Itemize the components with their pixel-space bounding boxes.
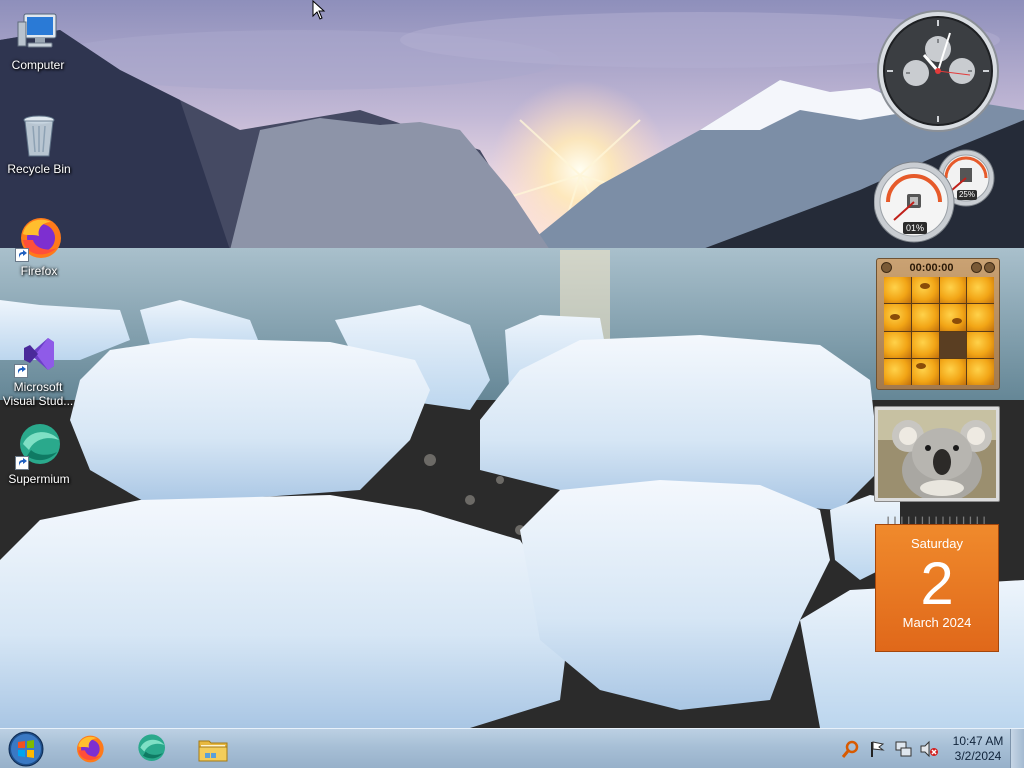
desktop-icon-label: Microsoft [13, 380, 63, 394]
calendar-month-year: March 2024 [902, 615, 972, 630]
desktop-wallpaper[interactable] [0, 0, 1024, 728]
taskbar-item-explorer[interactable] [186, 731, 240, 767]
desktop-icon-firefox[interactable]: Firefox [1, 214, 77, 278]
puzzle-grid [884, 277, 994, 385]
pause-icon[interactable] [881, 262, 892, 273]
cpu-meter-gadget[interactable]: 01% 25% [873, 148, 998, 244]
puzzle-tile[interactable] [911, 358, 939, 385]
taskbar-clock[interactable]: 10:47 AM 3/2/2024 [948, 734, 1008, 764]
network-icon[interactable] [892, 738, 914, 760]
desktop-icon-label: Visual Stud... [2, 394, 74, 408]
puzzle-tile[interactable] [967, 331, 994, 358]
shuffle-icon[interactable] [983, 262, 995, 273]
desktop-icon-visual-studio[interactable]: Microsoft Visual Stud... [0, 330, 76, 408]
cpu-usage-readout: 01% [903, 222, 927, 234]
calendar-day-number: 2 [920, 550, 954, 617]
help-icon[interactable] [970, 262, 982, 273]
puzzle-tile[interactable] [884, 304, 911, 331]
puzzle-tile[interactable] [939, 358, 967, 385]
puzzle-tile[interactable] [967, 358, 994, 385]
calendar-gadget[interactable]: Saturday 2 March 2024 [874, 514, 1000, 652]
puzzle-tile[interactable] [911, 304, 939, 331]
puzzle-toolbar: 00:00:00 [877, 259, 999, 276]
picture-puzzle-gadget[interactable]: 00:00:00 [876, 258, 1000, 390]
action-center-flag-icon[interactable] [866, 738, 888, 760]
puzzle-tile[interactable] [884, 358, 911, 385]
desktop-icon-label: Firefox [20, 264, 58, 278]
puzzle-tile[interactable] [884, 277, 911, 304]
taskbar: 10:47 AM 3/2/2024 [0, 728, 1024, 768]
search-icon[interactable] [840, 738, 862, 760]
computer-icon [14, 8, 62, 56]
supermium-icon [15, 422, 63, 470]
puzzle-empty-tile [939, 331, 967, 358]
shortcut-arrow-icon [15, 248, 29, 262]
firefox-icon [77, 735, 104, 763]
koala-photo [878, 410, 996, 498]
desktop-icon-supermium[interactable]: Supermium [1, 422, 77, 486]
memory-usage-readout: 25% [957, 190, 977, 200]
puzzle-tile[interactable] [967, 304, 994, 331]
desktop-icon-label: Recycle Bin [7, 162, 71, 176]
desktop-icon-label: Computer [11, 58, 65, 72]
calendar-weekday: Saturday [910, 536, 964, 551]
taskbar-item-supermium[interactable] [124, 731, 178, 767]
clock-date: 3/2/2024 [954, 749, 1002, 763]
mouse-cursor-icon [312, 0, 326, 20]
calendar-page: Saturday 2 March 2024 [875, 524, 999, 652]
notification-area: 10:47 AM 3/2/2024 [836, 729, 1008, 768]
puzzle-tile[interactable] [939, 304, 967, 331]
firefox-icon [15, 214, 63, 262]
shortcut-arrow-icon [14, 364, 28, 378]
clock-gadget[interactable] [876, 9, 1000, 133]
shortcut-arrow-icon [15, 456, 29, 470]
supermium-icon [138, 734, 165, 761]
clock-time: 10:47 AM [952, 734, 1004, 748]
puzzle-tile[interactable] [884, 331, 911, 358]
desktop-icon-label: Supermium [8, 472, 70, 486]
folder-icon [198, 740, 228, 762]
puzzle-tile[interactable] [967, 277, 994, 304]
slide-show-gadget[interactable] [874, 406, 1000, 502]
desktop-icon-recycle-bin[interactable]: Recycle Bin [1, 112, 77, 176]
volume-muted-icon[interactable] [918, 738, 940, 760]
puzzle-timer: 00:00:00 [909, 261, 954, 274]
taskbar-item-firefox[interactable] [62, 731, 116, 767]
recycle-bin-icon [15, 112, 63, 160]
start-button[interactable] [6, 731, 46, 767]
puzzle-tile[interactable] [939, 277, 967, 304]
desktop-icon-computer[interactable]: Computer [0, 8, 76, 72]
puzzle-tile[interactable] [911, 277, 939, 304]
visual-studio-icon [14, 330, 62, 378]
puzzle-tile[interactable] [911, 331, 939, 358]
show-desktop-button[interactable] [1010, 729, 1024, 768]
